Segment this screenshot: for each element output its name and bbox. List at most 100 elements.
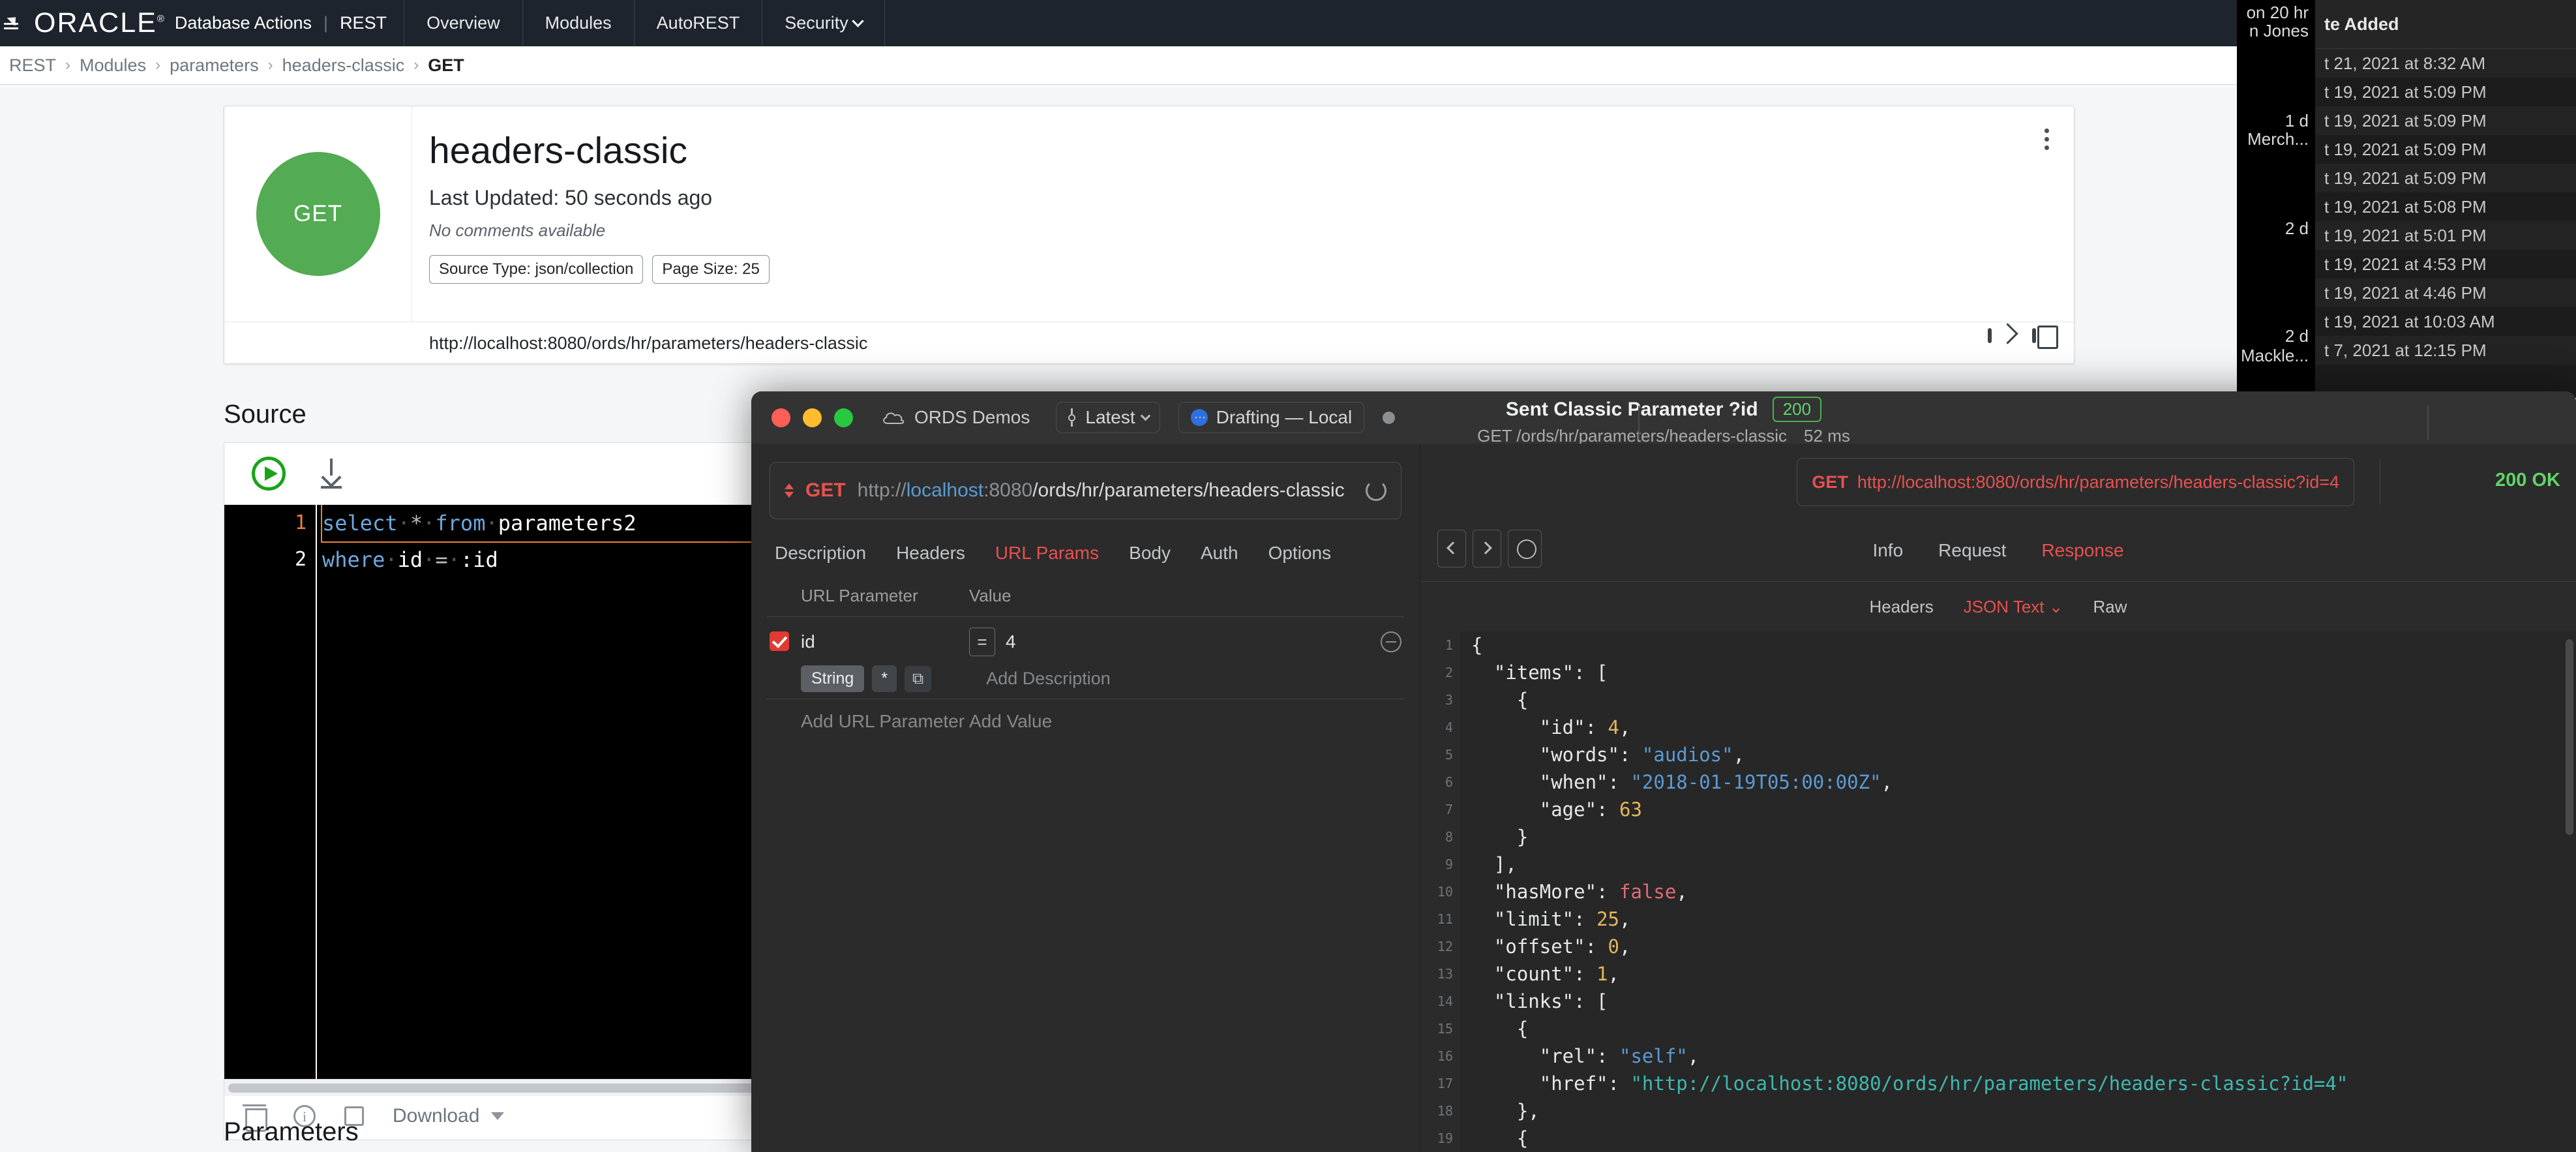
- window-titlebar: ORDS Demos Latest Drafting — Local Sent …: [751, 391, 2576, 446]
- table-row[interactable]: t 21, 2021 at 8:32 AM: [2315, 49, 2576, 78]
- api-client-window: ORDS Demos Latest Drafting — Local Sent …: [751, 391, 2576, 1152]
- nav-item-security[interactable]: Security: [762, 0, 885, 46]
- json-line-number: 15: [1437, 1021, 1453, 1037]
- breadcrumb-item-modules[interactable]: Modules: [80, 55, 146, 76]
- param-type-button[interactable]: String: [801, 665, 865, 692]
- json-line: "id": 4,: [1471, 716, 1631, 738]
- nav-item-autorest[interactable]: AutoREST: [633, 0, 762, 46]
- tab-response[interactable]: Response: [2041, 540, 2123, 561]
- url-path: /ords/hr/parameters/headers-classic: [1032, 479, 1345, 501]
- json-line-number: 11: [1437, 911, 1453, 927]
- line-number: 1: [294, 511, 307, 534]
- nav-item-autorest-label: AutoREST: [656, 13, 740, 33]
- send-refresh-icon[interactable]: [1366, 480, 1386, 501]
- download-icon[interactable]: [317, 459, 346, 489]
- copy-icon[interactable]: [2032, 328, 2057, 355]
- breadcrumb-item-rest[interactable]: REST: [9, 55, 56, 76]
- handler-card-body: GET headers-classic Last Updated: 50 sec…: [224, 106, 2074, 322]
- url-scheme: http://: [857, 479, 906, 501]
- branch-selector[interactable]: Latest: [1056, 402, 1160, 433]
- subtab-headers[interactable]: Headers: [1869, 597, 1933, 617]
- close-icon[interactable]: [771, 408, 790, 427]
- maximize-icon[interactable]: [834, 408, 853, 427]
- tab-body[interactable]: Body: [1129, 543, 1171, 564]
- json-line: {: [1471, 634, 1483, 656]
- minimize-icon[interactable]: [803, 408, 822, 427]
- activity-time: 2 d: [2284, 219, 2309, 238]
- add-url-param-row[interactable]: Add URL Parameter Add Value: [767, 699, 1404, 732]
- nav-item-modules[interactable]: Modules: [522, 0, 634, 46]
- breadcrumb-separator: ›: [413, 56, 419, 74]
- nav-item-security-label: Security: [785, 13, 848, 33]
- response-json-viewer[interactable]: 1234567891011121314151617181920 { "items…: [1420, 631, 2576, 1152]
- param-value-input[interactable]: 4: [1006, 631, 1016, 652]
- oracle-logo-group: ORACLE® Database Actions | REST: [0, 0, 404, 46]
- param-operator-button[interactable]: =: [969, 628, 995, 656]
- menu-hamburger-icon[interactable]: [3, 12, 25, 35]
- param-description-input[interactable]: Add Description: [986, 669, 1111, 689]
- unsaved-indicator-icon: [1383, 411, 1396, 424]
- param-enabled-checkbox[interactable]: [770, 631, 789, 651]
- sync-status-chip[interactable]: Drafting — Local: [1178, 402, 1365, 433]
- tab-description[interactable]: Description: [775, 543, 866, 564]
- breadcrumb-item-parameters[interactable]: parameters: [170, 55, 259, 76]
- download-label[interactable]: Download: [393, 1105, 479, 1127]
- table-row[interactable]: t 19, 2021 at 4:53 PM: [2315, 250, 2576, 279]
- table-row[interactable]: t 19, 2021 at 5:09 PM: [2315, 106, 2576, 135]
- json-line: "when": "2018-01-19T05:00:00Z",: [1471, 771, 1893, 793]
- table-row[interactable]: t 19, 2021 at 4:46 PM: [2315, 279, 2576, 307]
- http-verb-badge: GET: [256, 152, 380, 276]
- workspace-selector[interactable]: ORDS Demos: [881, 407, 1030, 428]
- json-line: "rel": "self",: [1471, 1045, 1700, 1067]
- json-line-number: 2: [1445, 665, 1453, 680]
- tab-auth[interactable]: Auth: [1201, 543, 1238, 564]
- param-name-input[interactable]: id: [767, 631, 969, 652]
- tab-info[interactable]: Info: [1872, 540, 1903, 561]
- handler-card-footer: http://localhost:8080/ords/hr/parameters…: [224, 322, 2074, 364]
- tab-options[interactable]: Options: [1268, 543, 1332, 564]
- nav-item-overview[interactable]: Overview: [404, 0, 522, 46]
- background-activity-sidebar: on 20 hr n Jones 1 d Merch... 2 d 2 d Ma…: [2237, 0, 2315, 398]
- remove-param-icon[interactable]: [1381, 631, 1401, 652]
- table-row[interactable]: t 19, 2021 at 5:09 PM: [2315, 135, 2576, 164]
- sync-status-label: Drafting — Local: [1216, 407, 1353, 427]
- activity-who: Merch...: [2247, 129, 2309, 149]
- run-icon[interactable]: [252, 457, 286, 491]
- table-row[interactable]: t 19, 2021 at 5:09 PM: [2315, 164, 2576, 192]
- handler-summary-card: GET headers-classic Last Updated: 50 sec…: [224, 106, 2074, 364]
- json-line-number: 13: [1437, 966, 1453, 982]
- param-required-button[interactable]: *: [872, 665, 897, 692]
- more-options-icon[interactable]: [2041, 129, 2052, 150]
- table-row[interactable]: t 19, 2021 at 5:01 PM: [2315, 221, 2576, 250]
- verb-stepper-icon[interactable]: [785, 483, 794, 498]
- request-url-input[interactable]: http://localhost:8080/ords/hr/parameters…: [858, 479, 1354, 502]
- workspace-label: ORDS Demos: [914, 407, 1030, 427]
- subtab-raw[interactable]: Raw: [2093, 597, 2127, 617]
- request-url-bar[interactable]: GET http://localhost:8080/ords/hr/parame…: [770, 462, 1401, 519]
- subtab-json-text[interactable]: JSON Text ⌄: [1964, 597, 2063, 617]
- breadcrumb-item-headers-classic[interactable]: headers-classic: [282, 55, 405, 76]
- response-url-chip[interactable]: GET http://localhost:8080/ords/hr/parame…: [1797, 458, 2354, 506]
- response-vertical-scrollbar[interactable]: [2566, 639, 2573, 835]
- param-link-icon[interactable]: ⧉: [905, 665, 932, 692]
- json-line: ],: [1471, 853, 1517, 875]
- response-subtabs: Headers JSON Text ⌄ Raw: [1420, 582, 2576, 631]
- tab-url-params[interactable]: URL Params: [995, 543, 1099, 564]
- add-param-value-input[interactable]: Add Value: [969, 711, 1052, 732]
- json-line: }: [1471, 826, 1529, 848]
- tab-headers[interactable]: Headers: [896, 543, 965, 564]
- chevron-down-icon[interactable]: [491, 1112, 505, 1120]
- table-row[interactable]: t 19, 2021 at 5:08 PM: [2315, 192, 2576, 221]
- tab-request[interactable]: Request: [1938, 540, 2006, 561]
- open-external-icon[interactable]: [1988, 328, 2013, 355]
- response-navbar: Info Request Response: [1420, 521, 2576, 582]
- table-row[interactable]: t 19, 2021 at 10:03 AM: [2315, 307, 2576, 336]
- handler-footer-icons: [1988, 328, 2057, 355]
- table-row[interactable]: t 7, 2021 at 12:15 PM: [2315, 336, 2576, 365]
- page-title: headers-classic: [429, 130, 687, 172]
- table-row[interactable]: t 19, 2021 at 5:09 PM: [2315, 78, 2576, 106]
- request-verb[interactable]: GET: [805, 479, 846, 502]
- json-line-number: 9: [1445, 856, 1453, 872]
- add-param-name-input[interactable]: Add URL Parameter: [767, 711, 969, 732]
